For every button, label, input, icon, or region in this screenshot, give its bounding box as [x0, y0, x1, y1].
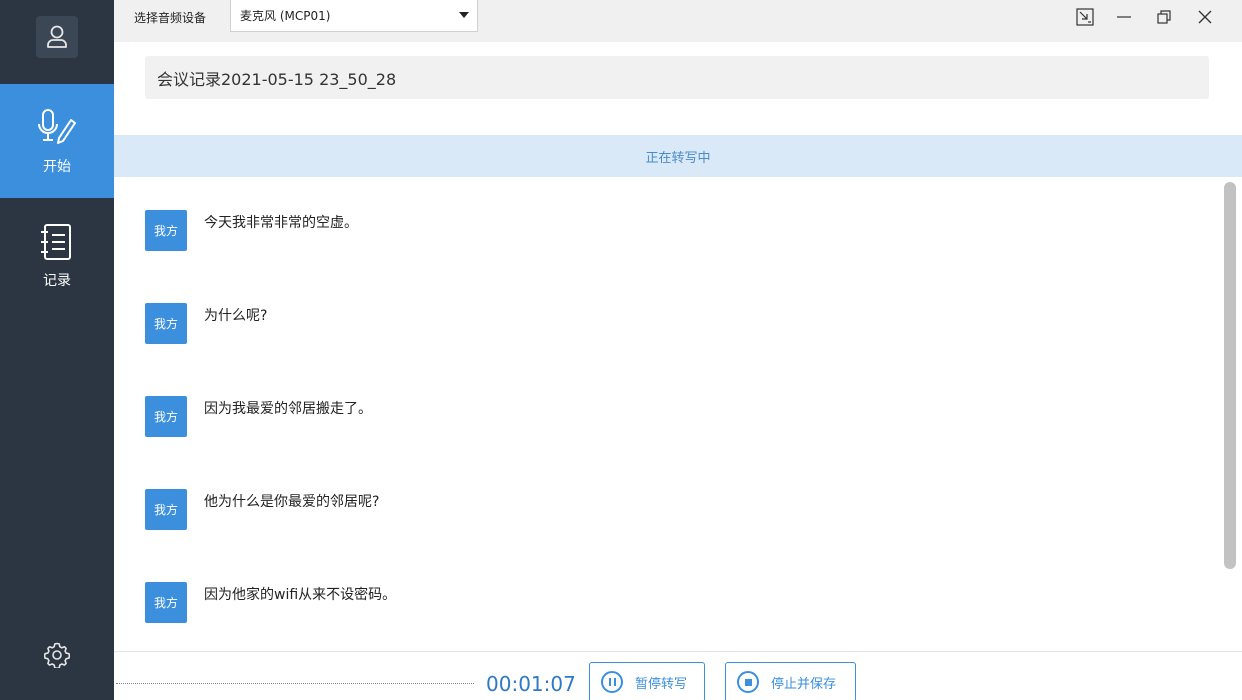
- stop-and-save-button[interactable]: 停止并保存: [725, 662, 856, 700]
- sidebar-item-label: 记录: [43, 273, 71, 289]
- stop-icon: [737, 671, 759, 693]
- speaker-badge: 我方: [145, 210, 187, 251]
- stop-button-label: 停止并保存: [771, 676, 837, 692]
- close-button[interactable]: [1188, 4, 1222, 30]
- transcription-status-bar: 正在转写中: [114, 135, 1242, 177]
- pause-button-label: 暂停转写: [635, 676, 688, 692]
- audio-waveform-line: [116, 683, 474, 684]
- device-label: 选择音频设备: [134, 11, 207, 25]
- sidebar: 开始 记录: [0, 0, 114, 700]
- shrink-window-icon: [1076, 8, 1094, 26]
- notebook-icon: [35, 220, 79, 264]
- sidebar-item-start[interactable]: 开始: [0, 84, 114, 198]
- top-bar: 选择音频设备 麦克风 (MCP01): [114, 0, 1242, 42]
- avatar[interactable]: [36, 16, 78, 58]
- speaker-badge: 我方: [145, 396, 187, 437]
- message-text: 今天我非常非常的空虚。: [204, 215, 358, 231]
- bottom-divider: [114, 651, 1242, 652]
- sidebar-item-record[interactable]: 记录: [0, 198, 114, 312]
- gear-icon: [44, 642, 70, 668]
- restore-icon: [1157, 10, 1171, 24]
- minimize-button[interactable]: [1107, 4, 1141, 30]
- message-text: 为什么呢?: [204, 308, 268, 324]
- list-item: 我方 他为什么是你最爱的邻居呢?: [145, 489, 1205, 531]
- list-item: 我方 因为他家的wifi从来不设密码。: [145, 582, 1205, 624]
- audio-device-select[interactable]: 麦克风 (MCP01): [230, 0, 478, 32]
- speaker-badge: 我方: [145, 489, 187, 530]
- transcript-list: 我方 今天我非常非常的空虚。 我方 为什么呢? 我方 因为我最爱的邻居搬走了。 …: [114, 178, 1242, 650]
- restore-button[interactable]: [1147, 4, 1181, 30]
- recording-timer: 00:01:07: [486, 672, 576, 696]
- speaker-badge: 我方: [145, 303, 187, 344]
- message-text: 因为我最爱的邻居搬走了。: [204, 401, 372, 417]
- message-text: 他为什么是你最爱的邻居呢?: [204, 494, 380, 510]
- device-selected-value: 麦克风 (MCP01): [240, 9, 331, 23]
- caret-down-icon: [459, 12, 469, 18]
- close-icon: [1198, 10, 1212, 24]
- pause-transcription-button[interactable]: 暂停转写: [589, 662, 705, 700]
- list-item: 我方 今天我非常非常的空虚。: [145, 210, 1205, 252]
- list-item: 我方 为什么呢?: [145, 303, 1205, 345]
- transcript-scrollbar[interactable]: [1224, 182, 1236, 569]
- sidebar-item-label: 开始: [43, 159, 71, 175]
- pause-icon: [601, 671, 623, 693]
- status-text: 正在转写中: [645, 150, 711, 166]
- user-icon: [47, 25, 67, 48]
- microphone-pen-icon: [35, 106, 79, 150]
- compact-mode-button[interactable]: [1068, 4, 1102, 30]
- list-item: 我方 因为我最爱的邻居搬走了。: [145, 396, 1205, 438]
- settings-button[interactable]: [42, 640, 72, 670]
- minimize-icon: [1117, 16, 1131, 18]
- message-text: 因为他家的wifi从来不设密码。: [204, 587, 397, 603]
- speaker-badge: 我方: [145, 582, 187, 623]
- meeting-title-input[interactable]: [145, 56, 1209, 99]
